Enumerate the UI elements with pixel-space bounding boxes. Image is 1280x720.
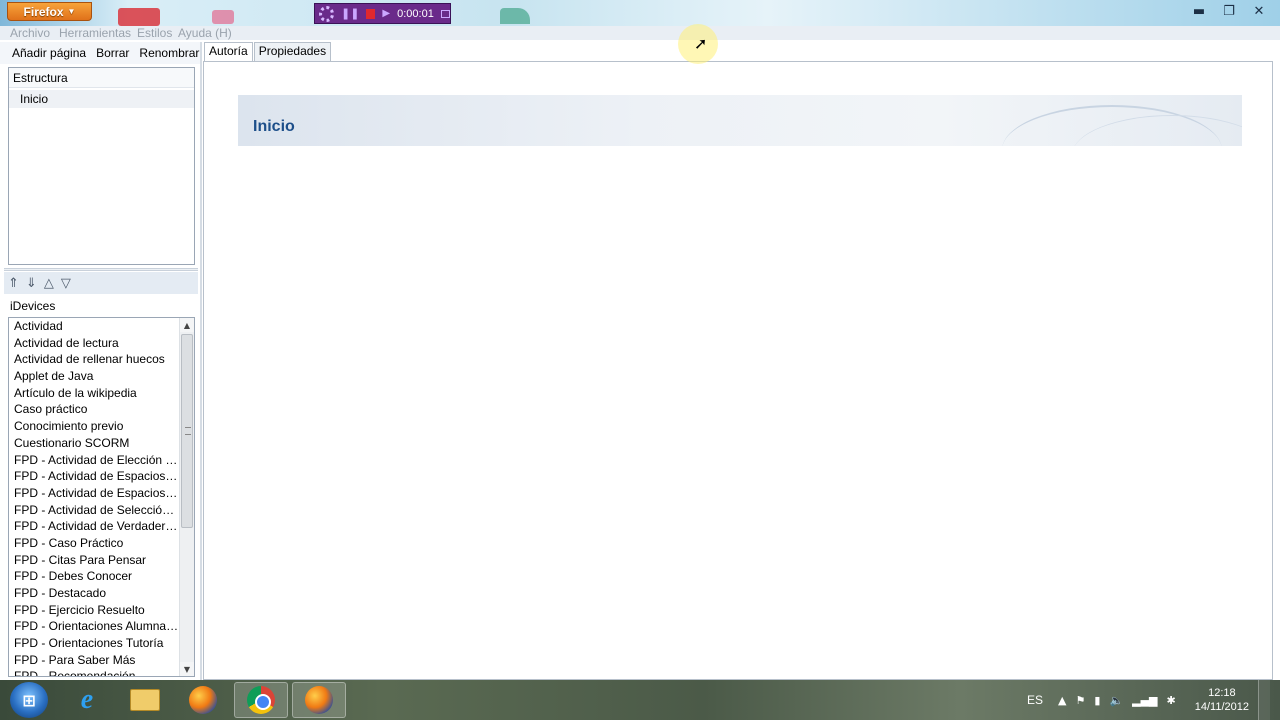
idevice-item[interactable]: FPD - Actividad de Elección Mú... <box>9 452 179 469</box>
play-icon[interactable]: ▶ <box>382 8 390 19</box>
move-up-icon[interactable]: △ <box>44 276 54 291</box>
structure-tree: Estructura Inicio <box>8 67 195 265</box>
action-center-flag-icon[interactable]: ⚑ <box>1076 694 1086 707</box>
close-button[interactable]: ✕ <box>1244 0 1274 22</box>
idevice-item[interactable]: Artículo de la wikipedia <box>9 385 179 402</box>
node-move-toolbar: ⇑ ⇓ △ ▽ <box>4 272 198 294</box>
background-decoration <box>212 10 234 24</box>
idevice-item[interactable]: FPD - Actividad de Espacios en ... <box>9 485 179 502</box>
idevice-scrollbar[interactable]: ▲ ▼ <box>179 318 194 676</box>
window-controls: ▬ ❐ ✕ <box>1184 0 1274 22</box>
tab-propiedades[interactable]: Propiedades <box>253 42 332 61</box>
outline-toolbar: Añadir página Borrar Renombrar <box>0 42 202 64</box>
menu-archivo[interactable]: Archivo <box>10 26 50 40</box>
idevices-label: iDevices <box>10 299 56 313</box>
idevice-item[interactable]: Caso práctico <box>9 401 179 418</box>
screen-recorder-bar: ❚❚ ▶ 0:00:01 <box>314 3 451 24</box>
internet-explorer-icon: e <box>80 684 94 715</box>
chevron-down-icon: ▼ <box>67 7 76 16</box>
grip-icon <box>185 427 191 435</box>
show-desktop-button[interactable] <box>1258 680 1270 720</box>
clock-date: 14/11/2012 <box>1194 701 1249 713</box>
show-hidden-icons-icon[interactable]: ▲ <box>1058 694 1066 707</box>
pane-splitter[interactable] <box>200 42 202 682</box>
idevice-item[interactable]: FPD - Ejercicio Resuelto <box>9 602 179 619</box>
idevice-item[interactable]: FPD - Citas Para Pensar <box>9 552 179 569</box>
folder-icon <box>130 689 160 711</box>
chrome-taskbar-item[interactable] <box>234 682 288 718</box>
editor-tabs: Autoría Propiedades <box>204 42 332 62</box>
recording-spinner-icon <box>319 5 334 22</box>
idevice-item[interactable]: FPD - Orientaciones Alumnado <box>9 618 179 635</box>
page-title: Inicio <box>253 118 295 135</box>
idevice-item[interactable]: Applet de Java <box>9 368 179 385</box>
scroll-thumb[interactable] <box>181 334 193 528</box>
idevice-item[interactable]: FPD - Actividad de Verdadero/F... <box>9 518 179 535</box>
structure-header: Estructura <box>9 68 194 88</box>
firefox-icon <box>189 686 217 714</box>
firefox-active-taskbar-item[interactable] <box>292 682 346 718</box>
minimize-button[interactable]: ▬ <box>1184 0 1214 22</box>
promote-node-icon[interactable]: ⇑ <box>8 276 19 291</box>
clock[interactable]: 12:18 14/11/2012 <box>1195 686 1249 714</box>
pause-icon[interactable]: ❚❚ <box>341 7 359 20</box>
idevice-item[interactable]: FPD - Recomendación <box>9 668 179 676</box>
scroll-down-icon[interactable]: ▼ <box>180 662 194 676</box>
chrome-icon <box>247 686 275 714</box>
mouse-pointer-icon: ➚ <box>694 34 708 53</box>
language-indicator[interactable]: ES <box>1027 693 1043 707</box>
menu-bar: Archivo Herramientas Estilos Ayuda (H) <box>0 26 1280 40</box>
start-button[interactable]: ⊞ <box>10 682 48 718</box>
idevice-item[interactable]: Conocimiento previo <box>9 418 179 435</box>
idevice-item[interactable]: Actividad <box>9 318 179 335</box>
menu-estilos[interactable]: Estilos <box>137 26 172 40</box>
move-down-icon[interactable]: ▽ <box>61 276 71 291</box>
firefox-icon <box>305 686 333 714</box>
idevice-item[interactable]: Actividad de lectura <box>9 335 179 352</box>
idevice-item[interactable]: FPD - Actividad de Espacios en ... <box>9 468 179 485</box>
add-page-button[interactable]: Añadir página <box>12 46 86 60</box>
background-decoration <box>118 8 160 26</box>
rename-button[interactable]: Renombrar <box>139 46 199 60</box>
menu-herramientas[interactable]: Herramientas <box>59 26 131 40</box>
restore-button[interactable]: ❐ <box>1214 0 1244 22</box>
idevice-item[interactable]: Actividad de rellenar huecos <box>9 351 179 368</box>
firefox-taskbar-item[interactable] <box>176 682 230 718</box>
idevice-item[interactable]: FPD - Debes Conocer <box>9 568 179 585</box>
system-tray: ES ▲ ⚑ ▮ 🔈 ▂▄▆ ✱ 12:18 14/11/2012 <box>1027 680 1280 720</box>
volume-icon[interactable]: 🔈 <box>1109 694 1123 707</box>
idevice-list: Actividad Actividad de lectura Actividad… <box>8 317 195 677</box>
battery-icon[interactable]: ▮ <box>1094 694 1100 707</box>
tree-node-inicio[interactable]: Inicio <box>9 90 194 108</box>
panel-splitter[interactable] <box>4 268 198 271</box>
idevice-item[interactable]: FPD - Destacado <box>9 585 179 602</box>
delete-button[interactable]: Borrar <box>96 46 129 60</box>
authoring-area: Inicio <box>203 61 1273 680</box>
recorder-menu-icon[interactable] <box>440 9 450 18</box>
taskbar: ⊞ e ES ▲ ⚑ ▮ 🔈 ▂▄▆ ✱ 12:18 14/11/2012 <box>0 680 1280 720</box>
network-signal-icon[interactable]: ▂▄▆ <box>1132 694 1157 707</box>
scroll-up-icon[interactable]: ▲ <box>180 318 194 332</box>
firefox-menu-label: Firefox <box>23 4 64 19</box>
recording-timer: 0:00:01 <box>397 7 434 20</box>
idevice-item[interactable]: Cuestionario SCORM <box>9 435 179 452</box>
stop-icon[interactable] <box>366 8 376 19</box>
menu-ayuda[interactable]: Ayuda (H) <box>178 26 232 40</box>
internet-explorer-taskbar-item[interactable]: e <box>60 682 114 718</box>
explorer-taskbar-item[interactable] <box>118 682 172 718</box>
demote-node-icon[interactable]: ⇓ <box>26 276 37 291</box>
bluetooth-icon[interactable]: ✱ <box>1167 694 1176 707</box>
title-bar: Firefox ▼ ❚❚ ▶ 0:00:01 ▬ ❐ ✕ <box>0 0 1280 26</box>
clock-time: 12:18 <box>1208 687 1236 699</box>
idevice-item[interactable]: FPD - Actividad de Selección M... <box>9 502 179 519</box>
idevice-item[interactable]: FPD - Orientaciones Tutoría <box>9 635 179 652</box>
idevice-item[interactable]: FPD - Caso Práctico <box>9 535 179 552</box>
tab-autoria[interactable]: Autoría <box>204 42 253 62</box>
page-header: Inicio <box>238 95 1242 146</box>
idevice-item[interactable]: FPD - Para Saber Más <box>9 652 179 669</box>
firefox-menu-button[interactable]: Firefox ▼ <box>7 2 92 21</box>
background-decoration <box>500 8 530 24</box>
